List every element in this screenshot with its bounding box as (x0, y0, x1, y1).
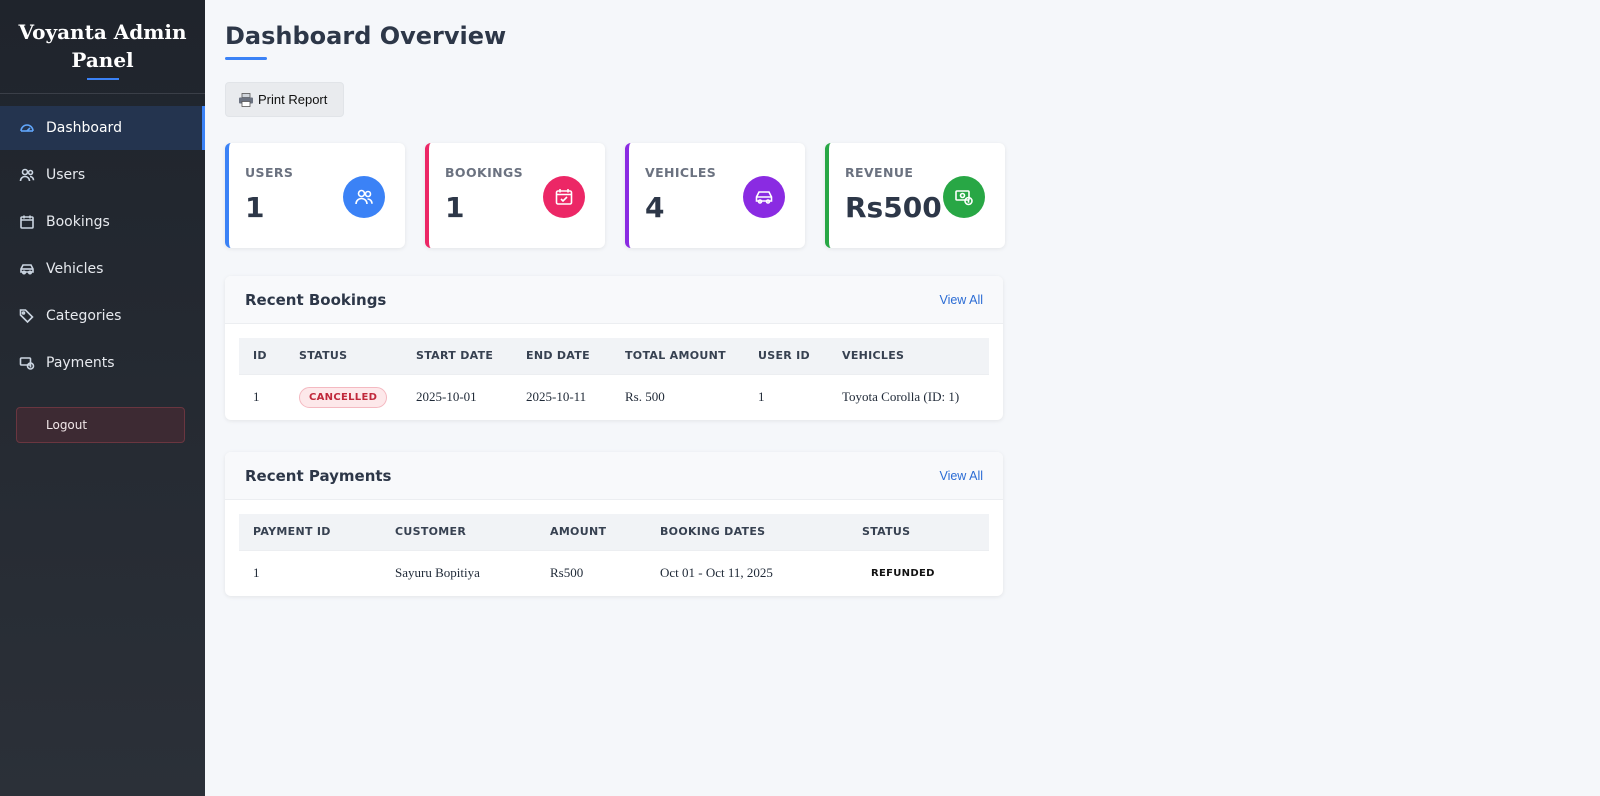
money-icon (18, 354, 36, 372)
sidebar: Voyanta Admin Panel Dashboard Users Book… (0, 0, 205, 796)
column-header: CUSTOMER (395, 525, 467, 539)
amount: Rs500 (536, 549, 646, 596)
stat-label: BOOKINGS (445, 165, 524, 180)
stat-card-bookings: BOOKINGS 1 (425, 143, 605, 248)
table-header-row: ID STATUS START DATE END DATE TOTAL AMOU… (239, 338, 989, 374)
booking-id: 1 (239, 373, 285, 420)
printer-icon (238, 92, 254, 108)
table-wrap: ID STATUS START DATE END DATE TOTAL AMOU… (225, 324, 1003, 420)
sidebar-item-label: Bookings (46, 214, 110, 230)
column-header: END DATE (526, 349, 590, 363)
stat-card-users: USERS 1 (225, 143, 405, 248)
car-icon (743, 176, 785, 218)
bookings-table: ID STATUS START DATE END DATE TOTAL AMOU… (239, 338, 989, 420)
sidebar-item-label: Categories (46, 308, 122, 324)
panel-title: Recent Payments (245, 466, 392, 485)
stat-value: 1 (445, 191, 465, 224)
total-amount: Rs. 500 (611, 373, 744, 420)
sidebar-item-categories[interactable]: Categories (0, 294, 205, 338)
customer: Sayuru Bopitiya (381, 549, 536, 596)
view-all-payments-link[interactable]: View All (939, 469, 983, 483)
sidebar-item-vehicles[interactable]: Vehicles (0, 247, 205, 291)
sidebar-item-label: Dashboard (46, 120, 122, 136)
column-header: ID (253, 349, 267, 363)
table-row[interactable]: 1 CANCELLED 2025-10-01 2025-10-11 Rs. 50… (239, 373, 989, 420)
gauge-icon (18, 119, 36, 137)
money-icon (943, 176, 985, 218)
table-header-row: PAYMENT ID CUSTOMER AMOUNT BOOKING DATES… (239, 514, 989, 550)
users-icon (343, 176, 385, 218)
column-header: TOTAL AMOUNT (625, 349, 726, 363)
logout-button[interactable]: Logout (16, 407, 185, 443)
end-date: 2025-10-11 (512, 373, 611, 420)
sidebar-item-label: Payments (46, 355, 115, 371)
status-badge: CANCELLED (299, 386, 388, 408)
sidebar-item-users[interactable]: Users (0, 153, 205, 197)
panel-header: Recent Bookings View All (225, 276, 1003, 324)
booking-dates: Oct 01 - Oct 11, 2025 (646, 549, 848, 596)
table-row[interactable]: 1 Sayuru Bopitiya Rs500 Oct 01 - Oct 11,… (239, 549, 989, 596)
status-badge: REFUNDED (871, 567, 935, 579)
column-header: BOOKING DATES (660, 525, 766, 539)
table-wrap: PAYMENT ID CUSTOMER AMOUNT BOOKING DATES… (225, 500, 1003, 596)
start-date: 2025-10-01 (402, 373, 512, 420)
payment-id: 1 (239, 549, 381, 596)
print-report-button[interactable]: Print Report (225, 82, 344, 117)
stat-label: USERS (245, 165, 294, 180)
column-header: STATUS (299, 349, 348, 363)
sidebar-item-payments[interactable]: Payments (0, 341, 205, 385)
user-id: 1 (744, 373, 828, 420)
status-cell: REFUNDED (848, 549, 989, 596)
print-report-label: Print Report (258, 92, 328, 107)
sidebar-item-dashboard[interactable]: Dashboard (0, 106, 205, 150)
users-icon (18, 166, 36, 184)
vehicle: Toyota Corolla (ID: 1) (828, 373, 989, 420)
stat-value: 1 (245, 191, 265, 224)
brand-title: Voyanta Admin Panel (18, 20, 187, 72)
stat-value: Rs500 (845, 191, 942, 224)
brand-underline (86, 78, 119, 80)
column-header: AMOUNT (550, 525, 607, 539)
column-header: STATUS (862, 525, 911, 539)
sidebar-nav: Dashboard Users Bookings Vehicles Catego… (0, 106, 205, 385)
page-title: Dashboard Overview (225, 22, 507, 50)
stats-row: USERS 1 BOOKINGS 1 VEHICLES 4 REVENUE Rs… (225, 143, 1005, 248)
sidebar-item-bookings[interactable]: Bookings (0, 200, 205, 244)
calendar-icon (18, 213, 36, 231)
title-underline (225, 57, 267, 60)
view-all-bookings-link[interactable]: View All (939, 293, 983, 307)
stat-card-revenue: REVENUE Rs500 (825, 143, 1005, 248)
stat-label: VEHICLES (645, 165, 717, 180)
recent-bookings-panel: Recent Bookings View All ID STATUS START… (225, 276, 1003, 420)
column-header: VEHICLES (842, 349, 905, 363)
payments-table: PAYMENT ID CUSTOMER AMOUNT BOOKING DATES… (239, 514, 989, 596)
panel-title: Recent Bookings (245, 290, 387, 309)
status-cell: CANCELLED (285, 373, 402, 420)
tags-icon (18, 307, 36, 325)
recent-payments-panel: Recent Payments View All PAYMENT ID CUST… (225, 452, 1003, 596)
column-header: PAYMENT ID (253, 525, 331, 539)
column-header: USER ID (758, 349, 810, 363)
stat-label: REVENUE (845, 165, 914, 180)
car-icon (18, 260, 36, 278)
panel-header: Recent Payments View All (225, 452, 1003, 500)
stat-value: 4 (645, 191, 665, 224)
sidebar-item-label: Users (46, 167, 86, 183)
stat-card-vehicles: VEHICLES 4 (625, 143, 805, 248)
brand: Voyanta Admin Panel (0, 0, 205, 94)
sidebar-item-label: Vehicles (46, 261, 104, 277)
calendar-check-icon (543, 176, 585, 218)
column-header: START DATE (416, 349, 494, 363)
